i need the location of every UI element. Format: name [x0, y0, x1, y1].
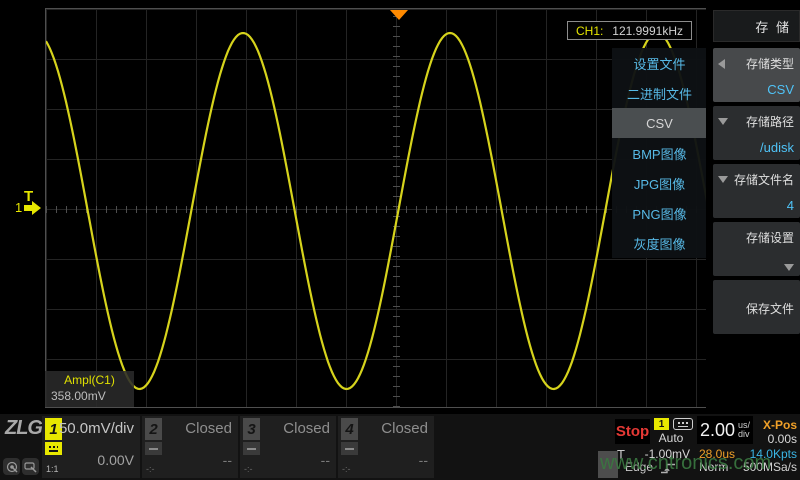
channel1-ground-marker[interactable]: 1	[15, 200, 41, 215]
storage-sidebar: 存 储 存储类型 CSV 存储路径 /udisk 存储文件名 4 存储	[706, 0, 800, 414]
touch-tap-icon[interactable]	[22, 458, 39, 475]
channel1-offset: 0.00V	[97, 452, 134, 468]
sidebar-title: 存 储	[713, 10, 800, 42]
channel4-status: Closed	[381, 420, 428, 437]
xpos-readout[interactable]: X-Pos 0.00s	[752, 418, 797, 446]
measurement-value: 358.00mV	[51, 389, 128, 403]
channel3-status-block[interactable]: 3 -:- Closed --	[240, 416, 336, 478]
timebase-unit-bottom: div	[738, 430, 750, 439]
storage-type-value: CSV	[718, 82, 794, 97]
xpos-value: 0.00s	[752, 432, 797, 446]
run-state-label: Stop	[616, 423, 649, 440]
sidebar-section-save-file[interactable]: 保存文件	[713, 280, 800, 334]
channel3-badge: 3	[243, 418, 260, 440]
menu-item-bmp-image[interactable]: BMP图像	[612, 138, 707, 168]
trigger-mode[interactable]: Auto	[650, 431, 692, 445]
timebase-scale: 2.00	[700, 420, 735, 441]
tap-rect-icon	[24, 461, 37, 473]
menu-item-settings-file[interactable]: 设置文件	[612, 48, 707, 78]
freq-value: 121.9991kHz	[612, 24, 683, 38]
channel3-probe-ratio: -:-	[244, 464, 253, 474]
channel1-status-block[interactable]: 1 1:1 50.0mV/div 0.00V	[42, 416, 140, 478]
menu-item-csv[interactable]: CSV	[612, 108, 707, 138]
channel3-offset: --	[321, 452, 330, 468]
trigger-source-badge: 1	[654, 418, 669, 430]
channel4-status-block[interactable]: 4 -:- Closed --	[338, 416, 434, 478]
channel1-marker-number: 1	[15, 200, 22, 215]
menu-item-png-image[interactable]: PNG图像	[612, 198, 707, 228]
sidebar-section-storage-filename[interactable]: 存储文件名 4	[713, 164, 800, 218]
channel2-status-block[interactable]: 2 -:- Closed --	[142, 416, 238, 478]
channel2-probe-ratio: -:-	[146, 464, 155, 474]
storage-filename-label: 存储文件名	[728, 171, 794, 188]
channel1-scale: 50.0mV/div	[59, 420, 134, 437]
channel2-status: Closed	[185, 420, 232, 437]
chevron-down-icon	[718, 176, 728, 183]
storage-settings-label: 存储设置	[718, 229, 794, 246]
chevron-down-icon	[718, 118, 728, 125]
watermark-text: www.cntronics.com	[600, 452, 800, 475]
sidebar-section-storage-settings[interactable]: 存储设置	[713, 222, 800, 276]
oscilloscope-screen: T 1 CH1: 121.9991kHz Ampl(C1) 358.00mV 设…	[0, 0, 800, 480]
trigger-coupling-icon	[673, 418, 693, 430]
touch-spiral-icon	[6, 461, 18, 473]
storage-type-label: 存储类型	[725, 55, 794, 72]
channel2-coupling-icon	[145, 442, 162, 455]
channel3-status: Closed	[283, 420, 330, 437]
menu-item-gray-image[interactable]: 灰度图像	[612, 228, 707, 258]
trigger-position-marker-icon[interactable]	[390, 10, 408, 20]
channel3-coupling-icon	[243, 442, 260, 455]
run-state-button[interactable]: Stop	[615, 419, 650, 444]
channel2-badge: 2	[145, 418, 162, 440]
save-file-label: 保存文件	[718, 300, 794, 317]
channel2-offset: --	[223, 452, 232, 468]
channel1-dc-coupling-icon	[45, 442, 62, 455]
timebase-button[interactable]: 2.00 us/ div	[697, 416, 753, 444]
storage-type-popup-menu: 设置文件 二进制文件 CSV BMP图像 JPG图像 PNG图像 灰度图像	[612, 48, 707, 258]
channel1-probe-ratio: 1:1	[46, 464, 59, 474]
channel1-marker-arrow-icon	[24, 205, 32, 211]
storage-path-label: 存储路径	[728, 113, 794, 130]
storage-path-value: /udisk	[718, 140, 794, 155]
channel4-coupling-icon	[341, 442, 358, 455]
menu-item-binary-file[interactable]: 二进制文件	[612, 78, 707, 108]
chevron-left-icon	[718, 59, 725, 69]
storage-filename-value: 4	[718, 198, 794, 213]
menu-item-jpg-image[interactable]: JPG图像	[612, 168, 707, 198]
freq-channel-label: CH1:	[576, 24, 603, 38]
sidebar-section-storage-type[interactable]: 存储类型 CSV	[713, 48, 800, 102]
chevron-down-icon	[784, 264, 794, 271]
channel4-probe-ratio: -:-	[342, 464, 351, 474]
channel4-offset: --	[419, 452, 428, 468]
sidebar-section-storage-path[interactable]: 存储路径 /udisk	[713, 106, 800, 160]
measurement-overlay: Ampl(C1) 358.00mV	[45, 371, 134, 407]
channel4-badge: 4	[341, 418, 358, 440]
touch-gesture-icon[interactable]	[3, 458, 20, 475]
measurement-label: Ampl(C1)	[51, 373, 128, 387]
xpos-label: X-Pos	[752, 418, 797, 432]
frequency-readout-box: CH1: 121.9991kHz	[567, 21, 692, 40]
